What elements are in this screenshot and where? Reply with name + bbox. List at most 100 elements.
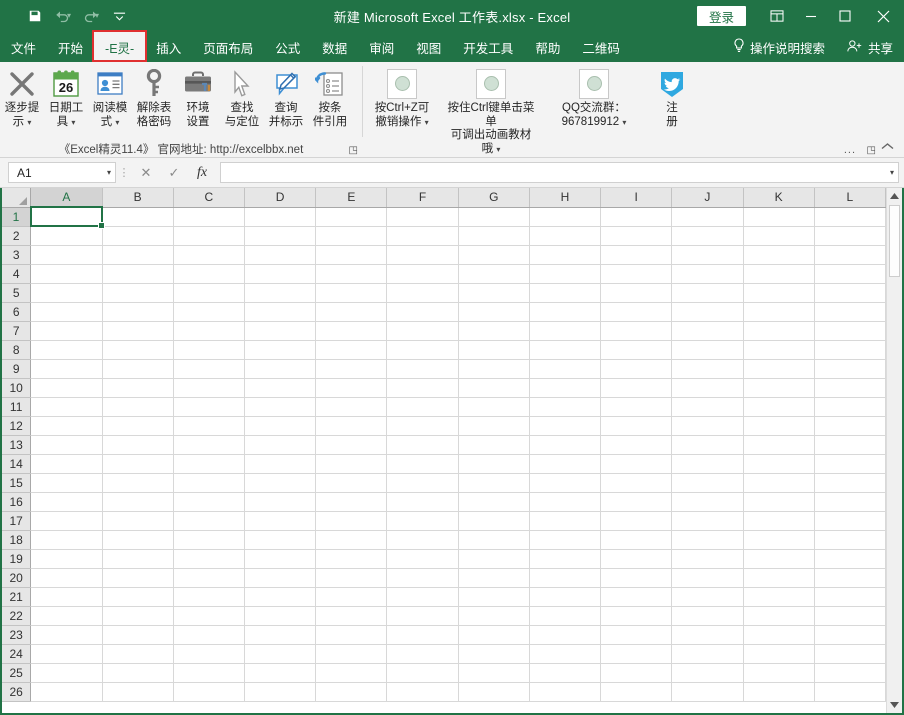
cell-k5[interactable] — [743, 283, 815, 303]
cell-k4[interactable] — [743, 264, 815, 284]
cell-a14[interactable] — [30, 454, 103, 474]
cell-g9[interactable] — [458, 359, 530, 379]
row-header-7[interactable]: 7 — [2, 321, 32, 341]
cell-i3[interactable] — [600, 245, 673, 265]
cell-l22[interactable] — [814, 606, 886, 626]
cell-a7[interactable] — [30, 321, 103, 341]
cell-l5[interactable] — [814, 283, 886, 303]
cell-j8[interactable] — [671, 340, 744, 360]
cell-a15[interactable] — [30, 473, 103, 493]
cell-c5[interactable] — [173, 283, 245, 303]
cell-j21[interactable] — [671, 587, 744, 607]
cell-d23[interactable] — [244, 625, 317, 645]
cell-c9[interactable] — [173, 359, 245, 379]
cell-k9[interactable] — [743, 359, 815, 379]
cell-l12[interactable] — [814, 416, 886, 436]
cell-a26[interactable] — [30, 682, 103, 702]
cell-j19[interactable] — [671, 549, 744, 569]
tab-insert[interactable]: 插入 — [145, 32, 192, 62]
cell-j10[interactable] — [671, 378, 744, 398]
cell-l19[interactable] — [814, 549, 886, 569]
cell-l16[interactable] — [814, 492, 886, 512]
cell-d11[interactable] — [244, 397, 317, 417]
cell-h6[interactable] — [529, 302, 602, 322]
cell-f15[interactable] — [386, 473, 459, 493]
cell-h18[interactable] — [529, 530, 602, 550]
cell-k6[interactable] — [743, 302, 815, 322]
cell-k22[interactable] — [743, 606, 815, 626]
row-header-23[interactable]: 23 — [2, 625, 32, 645]
cell-h23[interactable] — [529, 625, 602, 645]
cell-h17[interactable] — [529, 511, 602, 531]
cell-e18[interactable] — [315, 530, 388, 550]
row-header-9[interactable]: 9 — [2, 359, 32, 379]
cell-d9[interactable] — [244, 359, 317, 379]
grid-area[interactable]: ABCDEFGHIJKL 1 2 3 4 5 6 7 8 9 10 11 12 13 14 15 16 17 18… — [2, 188, 886, 713]
cell-e5[interactable] — [315, 283, 388, 303]
cell-j7[interactable] — [671, 321, 744, 341]
cell-b24[interactable] — [102, 644, 174, 664]
cell-k16[interactable] — [743, 492, 815, 512]
cell-a2[interactable] — [30, 226, 103, 246]
redo-dropdown-arrow[interactable]: ▾ — [95, 12, 99, 20]
row-header-1[interactable]: 1 — [2, 207, 32, 227]
cell-i21[interactable] — [600, 587, 673, 607]
cell-b9[interactable] — [102, 359, 174, 379]
cell-i10[interactable] — [600, 378, 673, 398]
cell-c25[interactable] — [173, 663, 245, 683]
ribbon-button-environment-settings[interactable]: 环境 设置 — [176, 62, 220, 129]
cell-g25[interactable] — [458, 663, 530, 683]
cell-i1[interactable] — [600, 207, 673, 227]
cell-b5[interactable] — [102, 283, 174, 303]
cell-a1[interactable] — [29, 206, 104, 228]
cell-a5[interactable] — [30, 283, 103, 303]
cell-h5[interactable] — [529, 283, 602, 303]
cell-i20[interactable] — [600, 568, 673, 588]
cell-e25[interactable] — [315, 663, 388, 683]
tab-developer[interactable]: 开发工具 — [452, 32, 524, 62]
cell-j11[interactable] — [671, 397, 744, 417]
cell-a8[interactable] — [30, 340, 103, 360]
cell-i6[interactable] — [600, 302, 673, 322]
cell-i26[interactable] — [600, 682, 673, 702]
row-header-17[interactable]: 17 — [2, 511, 32, 531]
cell-i15[interactable] — [600, 473, 673, 493]
cell-a24[interactable] — [30, 644, 103, 664]
cell-j24[interactable] — [671, 644, 744, 664]
cell-l9[interactable] — [814, 359, 886, 379]
cell-d12[interactable] — [244, 416, 317, 436]
cell-c14[interactable] — [173, 454, 245, 474]
cell-b25[interactable] — [102, 663, 174, 683]
cell-i16[interactable] — [600, 492, 673, 512]
cell-l6[interactable] — [814, 302, 886, 322]
cell-c12[interactable] — [173, 416, 245, 436]
ribbon-button-step-hint[interactable]: 逐步提示 ▾ — [0, 62, 44, 129]
undo-dropdown-arrow[interactable]: ▾ — [67, 12, 71, 20]
cell-d18[interactable] — [244, 530, 317, 550]
cell-b12[interactable] — [102, 416, 174, 436]
cell-c7[interactable] — [173, 321, 245, 341]
cell-e1[interactable] — [315, 207, 388, 227]
cell-l24[interactable] — [814, 644, 886, 664]
cell-f13[interactable] — [386, 435, 459, 455]
cell-e9[interactable] — [315, 359, 388, 379]
cell-l2[interactable] — [814, 226, 886, 246]
collapse-ribbon-chevron-icon[interactable] — [881, 142, 894, 154]
cell-k11[interactable] — [743, 397, 815, 417]
cell-h14[interactable] — [529, 454, 602, 474]
vertical-scrollbar[interactable] — [886, 188, 902, 713]
cell-f25[interactable] — [386, 663, 459, 683]
cell-j25[interactable] — [671, 663, 744, 683]
cell-k20[interactable] — [743, 568, 815, 588]
cell-c4[interactable] — [173, 264, 245, 284]
scrollbar-track[interactable] — [887, 205, 902, 696]
cell-l4[interactable] — [814, 264, 886, 284]
cell-k8[interactable] — [743, 340, 815, 360]
tab-home[interactable]: 开始 — [47, 32, 94, 62]
ribbon-button-reading-mode[interactable]: 阅读模式 ▾ — [88, 62, 132, 129]
row-header-8[interactable]: 8 — [2, 340, 32, 360]
cell-f9[interactable] — [386, 359, 459, 379]
cell-d22[interactable] — [244, 606, 317, 626]
tab-review[interactable]: 审阅 — [358, 32, 405, 62]
cell-e4[interactable] — [315, 264, 388, 284]
